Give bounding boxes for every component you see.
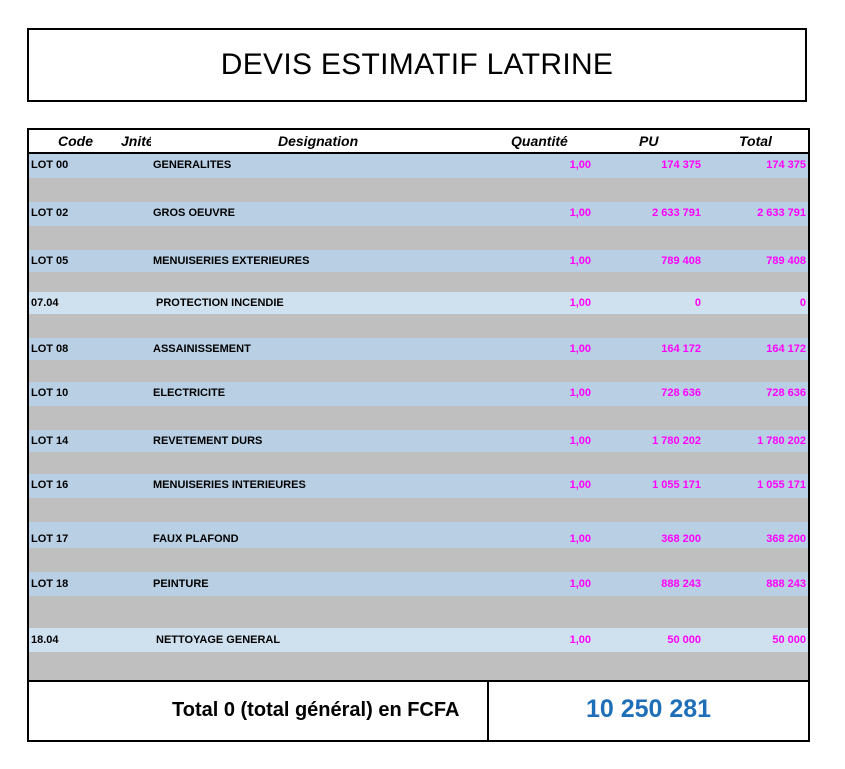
row-total: 728 636 [766, 387, 806, 399]
row-quantite: 1,00 [569, 533, 591, 545]
row-total: 0 [799, 297, 806, 309]
header-pu: PU [639, 133, 659, 149]
row-quantite: 1,00 [569, 387, 591, 399]
row-code: 07.04 [31, 297, 59, 309]
row-total: 368 200 [766, 533, 806, 545]
row-pu: 0 [694, 297, 701, 309]
document-title: DEVIS ESTIMATIF LATRINE [220, 48, 614, 81]
row-quantite: 1,00 [569, 435, 591, 447]
row-designation: PEINTURE [153, 578, 209, 590]
table-row: LOT 05 MENUISERIES EXTERIEURES 1,00 789 408… [29, 250, 808, 272]
table-row: LOT 16 MENUISERIES INTERIEURES 1,00 1 055 1… [29, 474, 808, 496]
row-pu: 368 200 [661, 533, 701, 545]
table-row: 18.04 NETTOYAGE GENERAL 1,00 50 000 50 000 [29, 628, 808, 652]
row-band [29, 272, 808, 292]
table-header: Code Jnité Designation Quantité PU Total [29, 130, 808, 154]
row-band [29, 452, 808, 474]
row-code: LOT 18 [31, 578, 69, 590]
row-quantite: 1,00 [569, 634, 591, 646]
row-band [29, 406, 808, 430]
row-quantite: 1,00 [569, 343, 591, 355]
row-pu: 789 408 [661, 255, 701, 267]
grand-total-label: Total 0 (total général) en FCFA [172, 699, 460, 721]
row-code: LOT 05 [31, 255, 69, 267]
row-code: 18.04 [31, 634, 59, 646]
grand-total-amount: 10 250 281 [585, 695, 712, 723]
row-band [29, 548, 808, 572]
row-designation: FAUX PLAFOND [153, 533, 239, 545]
row-designation: REVETEMENT DURS [153, 435, 263, 447]
row-code: LOT 02 [31, 207, 69, 219]
grand-total-row: Total 0 (total général) en FCFA 10 250 2… [29, 680, 808, 740]
row-quantite: 1,00 [569, 159, 591, 171]
row-pu: 164 172 [661, 343, 701, 355]
row-code: LOT 00 [31, 159, 69, 171]
row-code: LOT 17 [31, 533, 69, 545]
row-code: LOT 16 [31, 479, 69, 491]
estimate-table: Code Jnité Designation Quantité PU Total… [27, 128, 810, 742]
row-total: 1 055 171 [757, 479, 806, 491]
row-designation: NETTOYAGE GENERAL [156, 634, 281, 646]
row-total: 164 172 [766, 343, 806, 355]
row-designation: MENUISERIES INTERIEURES [153, 479, 306, 491]
row-pu: 728 636 [661, 387, 701, 399]
row-designation: GROS OEUVRE [153, 207, 235, 219]
row-total: 1 780 202 [757, 435, 806, 447]
row-quantite: 1,00 [569, 255, 591, 267]
document-title-box: DEVIS ESTIMATIF LATRINE [27, 28, 807, 102]
row-designation: ASSAINISSEMENT [153, 343, 251, 355]
row-total: 789 408 [766, 255, 806, 267]
row-total: 888 243 [766, 578, 806, 590]
table-row: LOT 02 GROS OEUVRE 1,00 2 633 791 2 633 791 [29, 202, 808, 224]
row-code: LOT 08 [31, 343, 69, 355]
row-designation: MENUISERIES EXTERIEURES [153, 255, 310, 267]
row-band [29, 360, 808, 382]
row-pu: 1 055 171 [652, 479, 701, 491]
row-code: LOT 14 [31, 435, 69, 447]
row-band [29, 596, 808, 628]
header-unite: Jnité [121, 133, 151, 149]
row-band [29, 498, 808, 522]
row-pu: 888 243 [661, 578, 701, 590]
row-quantite: 1,00 [569, 297, 591, 309]
table-row: LOT 18 PEINTURE 1,00 888 243 888 243 [29, 572, 808, 596]
row-pu: 174 375 [661, 159, 701, 171]
row-band [29, 314, 808, 338]
row-band [29, 652, 808, 680]
header-code: Code [58, 133, 93, 149]
row-quantite: 1,00 [569, 207, 591, 219]
table-row: 07.04 PROTECTION INCENDIE 1,00 0 0 [29, 292, 808, 314]
header-total: Total [739, 133, 772, 149]
row-total: 2 633 791 [757, 207, 806, 219]
row-quantite: 1,00 [569, 578, 591, 590]
row-total: 50 000 [772, 634, 806, 646]
row-designation: ELECTRICITE [153, 387, 226, 399]
table-row: LOT 17 FAUX PLAFOND 1,00 368 200 368 200 [29, 528, 808, 550]
row-band [29, 226, 808, 250]
row-pu: 2 633 791 [652, 207, 701, 219]
row-pu: 50 000 [667, 634, 701, 646]
table-row: LOT 00 GENERALITES 1,00 174 375 174 375 [29, 154, 808, 176]
row-pu: 1 780 202 [652, 435, 701, 447]
header-designation: Designation [278, 133, 359, 149]
row-designation: PROTECTION INCENDIE [156, 297, 284, 309]
table-row: LOT 14 REVETEMENT DURS 1,00 1 780 202 1 780 … [29, 430, 808, 452]
row-designation: GENERALITES [153, 159, 232, 171]
row-total: 174 375 [766, 159, 806, 171]
row-quantite: 1,00 [569, 479, 591, 491]
header-quantite: Quantité [511, 133, 568, 149]
row-code: LOT 10 [31, 387, 69, 399]
table-row: LOT 10 ELECTRICITE 1,00 728 636 728 636 [29, 382, 808, 404]
table-row: LOT 08 ASSAINISSEMENT 1,00 164 172 164 172 [29, 338, 808, 360]
row-band [29, 178, 808, 202]
